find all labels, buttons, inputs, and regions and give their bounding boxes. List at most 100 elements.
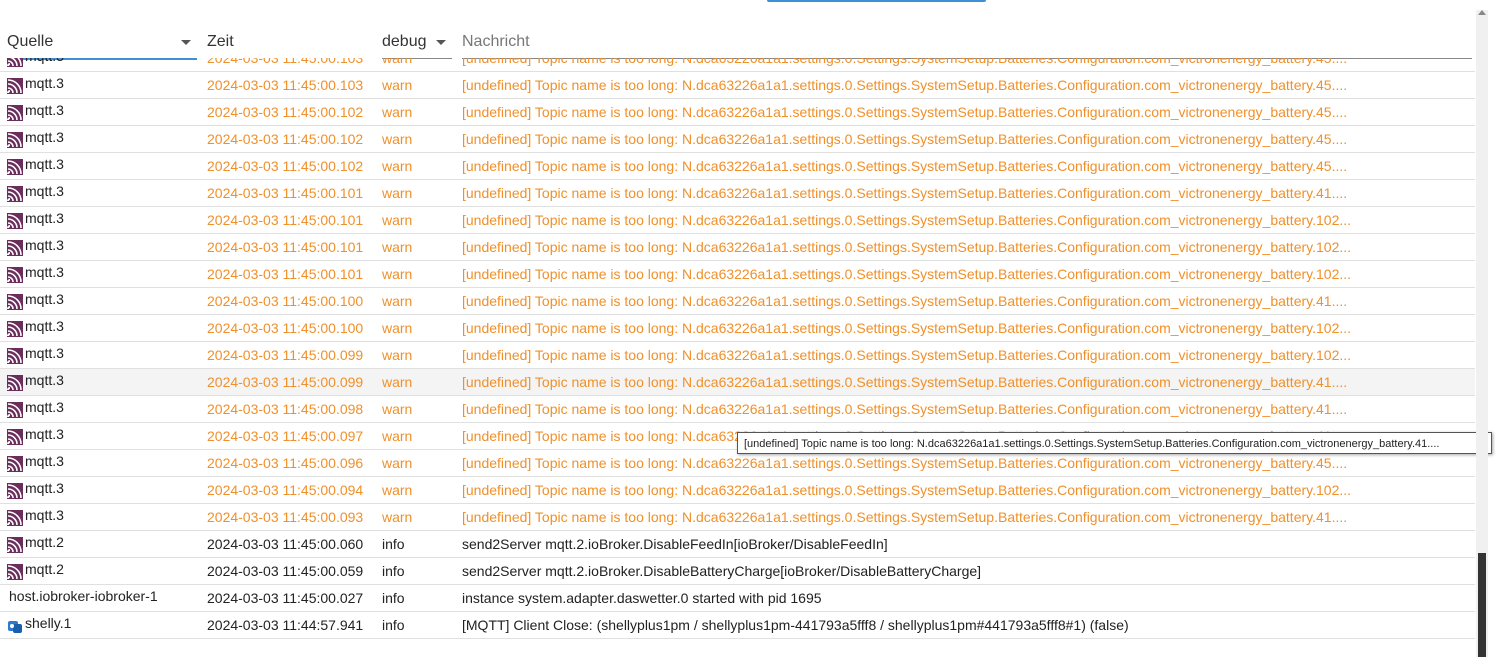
log-row[interactable]: mqtt.3 2024-03-03 11:45:00.101 warn [undefi… <box>0 207 1475 234</box>
log-source-label: mqtt.3 <box>25 102 64 118</box>
log-severity: warn <box>382 239 413 255</box>
log-row[interactable]: mqtt.3 2024-03-03 11:45:00.099 warn [undefi… <box>0 342 1475 369</box>
log-row[interactable]: mqtt.3 2024-03-03 11:45:00.100 warn [undefi… <box>0 288 1475 315</box>
log-message: [undefined] Topic name is too long: N.dc… <box>462 104 1348 120</box>
mqtt-icon <box>7 456 23 472</box>
mqtt-icon <box>7 78 23 94</box>
log-severity: warn <box>382 185 413 201</box>
log-source: host.iobroker-iobroker-1 <box>7 585 202 612</box>
log-source-label: mqtt.3 <box>25 291 64 307</box>
mqtt-icon <box>7 159 23 175</box>
log-time: 2024-03-03 11:45:00.099 <box>207 374 364 390</box>
log-message: [undefined] Topic name is too long: N.dc… <box>462 212 1352 228</box>
log-row[interactable]: host.iobroker-iobroker-1 2024-03-03 11:45… <box>0 585 1475 612</box>
log-time: 2024-03-03 11:45:00.102 <box>207 131 364 147</box>
log-table-body[interactable]: mqtt.3 2024-03-03 11:45:00.103 warn [undefi… <box>0 58 1475 657</box>
log-source: mqtt.2 <box>7 531 202 558</box>
log-message: [undefined] Topic name is too long: N.dc… <box>462 266 1352 282</box>
log-source-label: shelly.1 <box>25 615 72 631</box>
log-severity: warn <box>382 293 413 309</box>
log-row[interactable]: mqtt.3 2024-03-03 11:45:00.103 warn [undefi… <box>0 72 1475 99</box>
log-source-label: mqtt.3 <box>25 426 64 442</box>
log-source-label: mqtt.3 <box>25 345 64 361</box>
log-source-label: mqtt.3 <box>25 372 64 388</box>
log-source: mqtt.3 <box>7 72 202 99</box>
log-row[interactable]: mqtt.3 2024-03-03 11:45:00.102 warn [undefi… <box>0 99 1475 126</box>
log-source: mqtt.3 <box>7 207 202 234</box>
time-column-header: Zeit <box>207 33 234 50</box>
log-source-label: host.iobroker-iobroker-1 <box>9 588 158 604</box>
log-time: 2024-03-03 11:45:00.100 <box>207 320 364 336</box>
top-action-button[interactable] <box>767 0 986 2</box>
log-source: mqtt.3 <box>7 180 202 207</box>
source-filter-label: Quelle <box>7 33 54 50</box>
log-source: mqtt.3 <box>7 315 202 342</box>
log-message: send2Server mqtt.2.ioBroker.DisableBatte… <box>462 563 982 579</box>
severity-filter-select[interactable]: debug <box>382 28 452 59</box>
log-message: [undefined] Topic name is too long: N.dc… <box>462 374 1348 390</box>
message-filter-input[interactable]: Nachricht <box>462 28 1472 59</box>
log-message: [MQTT] Client Close: (shellyplus1pm / sh… <box>462 617 1129 633</box>
log-time: 2024-03-03 11:45:00.101 <box>207 185 364 201</box>
log-row[interactable]: mqtt.3 2024-03-03 11:45:00.094 warn [undefi… <box>0 477 1475 504</box>
log-source-label: mqtt.3 <box>25 75 64 91</box>
log-source-label: mqtt.3 <box>25 453 64 469</box>
log-source-label: mqtt.2 <box>25 561 64 577</box>
log-severity: warn <box>382 347 413 363</box>
chevron-down-icon[interactable] <box>436 40 446 45</box>
mqtt-icon <box>7 105 23 121</box>
log-row[interactable]: mqtt.3 2024-03-03 11:45:00.102 warn [undefi… <box>0 126 1475 153</box>
log-row[interactable]: mqtt.3 2024-03-03 11:45:00.099 warn [undefi… <box>0 369 1475 396</box>
log-row[interactable]: mqtt.3 2024-03-03 11:45:00.101 warn [undefi… <box>0 234 1475 261</box>
log-time: 2024-03-03 11:45:00.027 <box>207 590 364 606</box>
log-time: 2024-03-03 11:45:00.103 <box>207 77 364 93</box>
log-row[interactable]: mqtt.3 2024-03-03 11:45:00.093 warn [undefi… <box>0 504 1475 531</box>
log-source: mqtt.3 <box>7 450 202 477</box>
log-time: 2024-03-03 11:45:00.094 <box>207 482 364 498</box>
log-source-label: mqtt.3 <box>25 210 64 226</box>
scroll-up-arrow-icon[interactable] <box>1478 10 1486 15</box>
log-time: 2024-03-03 11:45:00.098 <box>207 401 364 417</box>
log-row[interactable]: mqtt.3 2024-03-03 11:45:00.102 warn [undefi… <box>0 153 1475 180</box>
log-row[interactable]: mqtt.3 2024-03-03 11:45:00.103 warn [undefi… <box>0 58 1475 72</box>
log-row[interactable]: shelly.1 2024-03-03 11:44:57.941 info [MQTT… <box>0 612 1475 639</box>
log-source: shelly.1 <box>7 612 202 639</box>
log-source: mqtt.3 <box>7 99 202 126</box>
log-source: mqtt.3 <box>7 369 202 396</box>
log-row[interactable]: mqtt.2 2024-03-03 11:45:00.059 info send2Se… <box>0 558 1475 585</box>
chevron-down-icon[interactable] <box>181 40 191 45</box>
log-message: [undefined] Topic name is too long: N.dc… <box>462 185 1348 201</box>
mqtt-icon <box>7 240 23 256</box>
log-time: 2024-03-03 11:45:00.101 <box>207 212 364 228</box>
log-row[interactable]: mqtt.3 2024-03-03 11:45:00.096 warn [undefi… <box>0 450 1475 477</box>
log-time: 2024-03-03 11:45:00.059 <box>207 563 364 579</box>
log-message: [undefined] Topic name is too long: N.dc… <box>462 320 1352 336</box>
log-time: 2024-03-03 11:45:00.101 <box>207 266 364 282</box>
log-time: 2024-03-03 11:45:00.100 <box>207 293 364 309</box>
log-source: mqtt.3 <box>7 234 202 261</box>
log-severity: warn <box>382 455 413 471</box>
log-source: mqtt.2 <box>7 558 202 585</box>
log-severity: warn <box>382 320 413 336</box>
log-message: [undefined] Topic name is too long: N.dc… <box>462 509 1348 525</box>
log-source-label: mqtt.3 <box>25 237 64 253</box>
scrollbar-thumb[interactable] <box>1478 553 1486 657</box>
log-row[interactable]: mqtt.2 2024-03-03 11:45:00.060 info send2Se… <box>0 531 1475 558</box>
log-severity: info <box>382 617 405 633</box>
log-message: [undefined] Topic name is too long: N.dc… <box>462 239 1352 255</box>
mqtt-icon <box>7 213 23 229</box>
log-severity: info <box>382 536 405 552</box>
log-table-header: Quelle Zeit debug Nachricht <box>0 28 1475 60</box>
mqtt-icon <box>7 321 23 337</box>
log-row[interactable]: mqtt.3 2024-03-03 11:45:00.100 warn [undefi… <box>0 315 1475 342</box>
log-row[interactable]: mqtt.3 2024-03-03 11:45:00.101 warn [undefi… <box>0 180 1475 207</box>
log-row[interactable]: mqtt.3 2024-03-03 11:45:00.098 warn [undefi… <box>0 396 1475 423</box>
source-filter-select[interactable]: Quelle <box>7 28 197 60</box>
log-row[interactable]: mqtt.3 2024-03-03 11:45:00.101 warn [undefi… <box>0 261 1475 288</box>
log-source-label: mqtt.3 <box>25 156 64 172</box>
log-severity: warn <box>382 131 413 147</box>
log-time: 2024-03-03 11:44:57.941 <box>207 617 364 633</box>
mqtt-icon <box>7 186 23 202</box>
log-severity: warn <box>382 482 413 498</box>
log-message: [undefined] Topic name is too long: N.dc… <box>462 158 1348 174</box>
